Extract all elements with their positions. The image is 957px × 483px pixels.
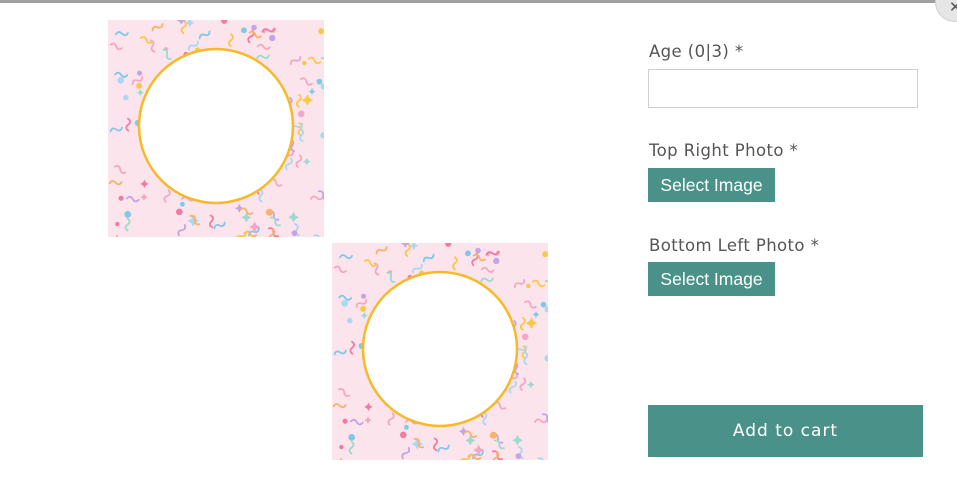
confetti-mark xyxy=(341,300,348,307)
confetti-mark xyxy=(475,247,481,254)
confetti-frame-image xyxy=(108,20,324,237)
modal-top-border xyxy=(0,0,957,3)
confetti-mark xyxy=(464,250,471,257)
confetti-mark xyxy=(339,444,344,450)
confetti-mark xyxy=(348,433,356,441)
top-right-select-image-button[interactable]: Select Image xyxy=(648,168,775,202)
confetti-mark xyxy=(360,305,367,312)
confetti-mark xyxy=(399,431,407,439)
confetti-mark xyxy=(269,34,276,42)
confetti-mark xyxy=(342,418,348,424)
confetti-mark xyxy=(136,70,143,76)
confetti-mark xyxy=(521,333,529,341)
confetti-mark xyxy=(360,293,367,299)
confetti-mark xyxy=(318,28,324,35)
confetti-mark xyxy=(118,195,124,201)
confetti-mark xyxy=(240,27,247,34)
photo-circle-placeholder xyxy=(137,47,295,205)
age-input[interactable] xyxy=(648,69,918,108)
confetti-mark xyxy=(526,283,531,289)
photo-circle-placeholder xyxy=(361,270,519,428)
confetti-mark xyxy=(489,431,497,439)
confetti-mark xyxy=(180,201,185,207)
bottom-left-photo-label: Bottom Left Photo * xyxy=(649,236,820,255)
close-icon: ✕ xyxy=(949,0,957,16)
confetti-mark xyxy=(404,424,409,430)
photo-frame-bottom xyxy=(332,243,548,460)
add-to-cart-button[interactable]: Add to cart xyxy=(648,405,923,457)
confetti-mark xyxy=(175,208,183,216)
confetti-mark xyxy=(540,301,547,308)
confetti-mark xyxy=(136,82,143,89)
confetti-mark xyxy=(302,60,307,66)
confetti-mark xyxy=(265,208,273,216)
confetti-mark xyxy=(493,257,500,265)
confetti-frame-image xyxy=(332,243,548,460)
confetti-mark xyxy=(347,317,353,324)
bottom-left-select-image-button[interactable]: Select Image xyxy=(648,262,775,296)
confetti-mark xyxy=(251,24,257,31)
confetti-mark xyxy=(124,210,132,218)
close-button[interactable]: ✕ xyxy=(935,0,957,22)
photo-frame-top xyxy=(108,20,324,237)
confetti-mark xyxy=(542,251,548,258)
age-label: Age (0|3) * xyxy=(649,42,744,61)
confetti-mark xyxy=(117,77,124,84)
confetti-mark xyxy=(316,78,323,85)
confetti-mark xyxy=(297,110,305,118)
top-right-photo-label: Top Right Photo * xyxy=(649,141,799,160)
confetti-mark xyxy=(123,94,129,101)
confetti-mark xyxy=(115,221,120,227)
confetti-mark xyxy=(515,453,522,460)
confetti-mark xyxy=(291,230,298,237)
